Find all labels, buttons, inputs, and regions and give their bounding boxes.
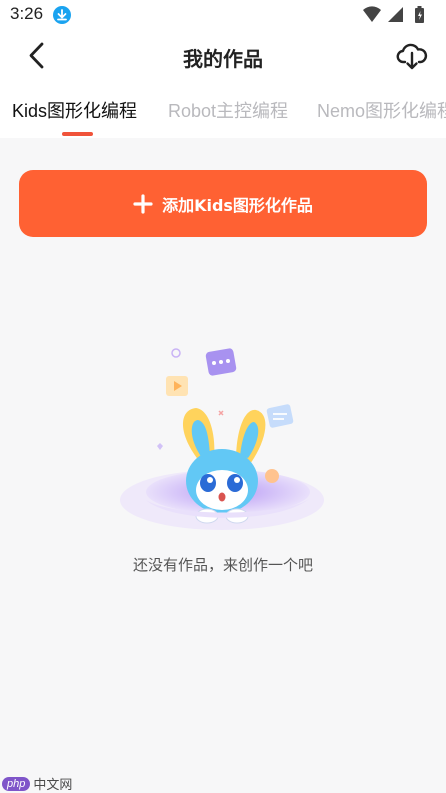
download-badge-icon xyxy=(53,6,71,24)
plus-icon xyxy=(133,193,153,214)
status-icons xyxy=(362,5,432,25)
status-time: 3:26 xyxy=(10,4,44,23)
tab-indicator xyxy=(62,132,93,136)
page-title: 我的作品 xyxy=(183,47,263,71)
empty-state-illustration xyxy=(112,340,334,535)
watermark-logo: php 中文网 xyxy=(2,774,72,793)
cloud-download-icon[interactable] xyxy=(396,40,428,72)
add-work-label: 添加Kids图形化作品 xyxy=(162,195,313,215)
tab-bar: Kids图形化编程 Robot主控编程 Nemo图形化编程 xyxy=(0,82,446,138)
battery-icon xyxy=(415,6,424,23)
tab-nemo[interactable]: Nemo图形化编程 xyxy=(317,97,446,123)
tab-kids[interactable]: Kids图形化编程 xyxy=(12,97,137,123)
add-work-button[interactable]: 添加Kids图形化作品 xyxy=(19,170,427,237)
tab-robot[interactable]: Robot主控编程 xyxy=(168,97,288,123)
watermark-badge: php xyxy=(2,776,31,791)
wifi-icon xyxy=(363,6,381,22)
empty-state-message: 还没有作品，来创作一个吧 xyxy=(132,556,313,574)
app-bar: 我的作品 xyxy=(0,30,446,82)
signal-icon xyxy=(388,7,403,22)
watermark-text: 中文网 xyxy=(33,777,73,792)
status-bar: 3:26 xyxy=(0,0,446,30)
